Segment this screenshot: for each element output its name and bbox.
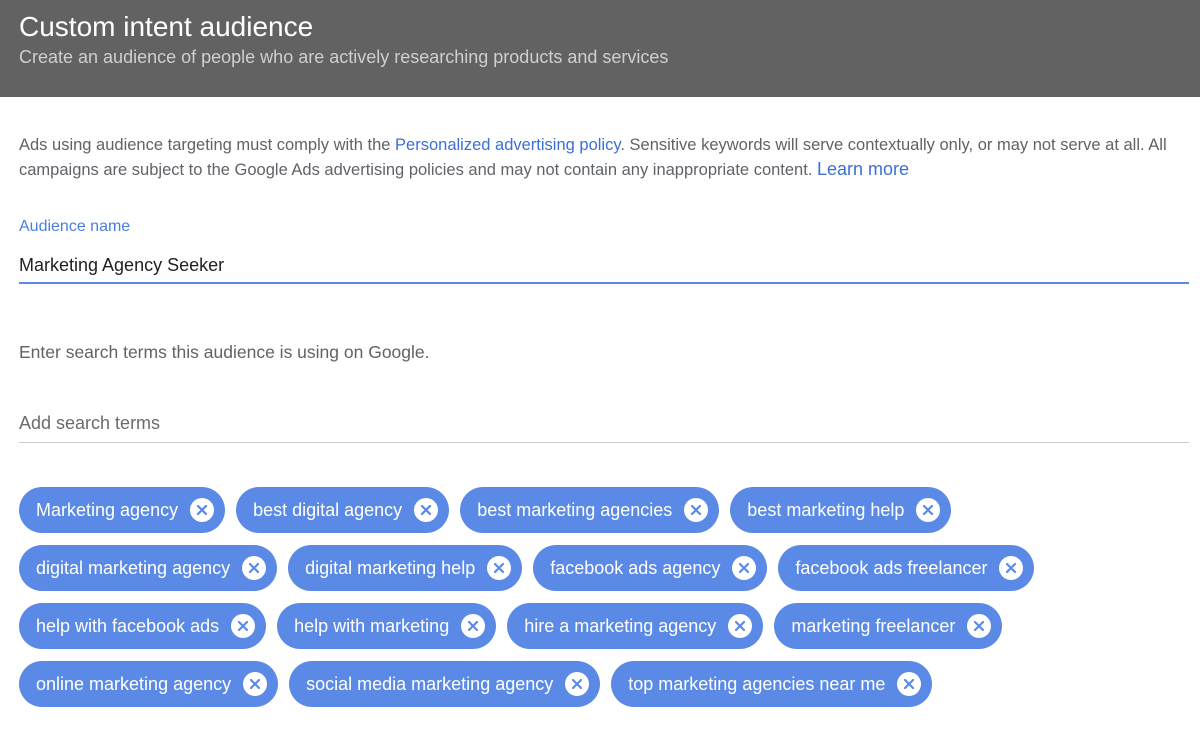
chip-label: digital marketing help xyxy=(305,557,476,578)
close-circle-icon[interactable] xyxy=(231,614,256,638)
policy-text-before: Ads using audience targeting must comply… xyxy=(19,136,396,154)
page-title: Custom intent audience xyxy=(19,11,314,42)
search-term-chip[interactable]: facebook ads freelancer xyxy=(778,545,1035,591)
chip-label: best marketing help xyxy=(747,499,905,520)
close-circle-icon[interactable] xyxy=(732,556,757,580)
chip-label: help with marketing xyxy=(294,615,450,636)
search-term-chip[interactable]: help with facebook ads xyxy=(19,603,267,649)
close-circle-icon[interactable] xyxy=(414,498,439,522)
chip-label: marketing freelancer xyxy=(791,615,956,636)
close-circle-icon[interactable] xyxy=(487,556,512,580)
chip-label: help with facebook ads xyxy=(36,615,220,636)
chip-label: online marketing agency xyxy=(36,673,232,694)
close-circle-icon[interactable] xyxy=(461,614,486,638)
dialog-header: Custom intent audience Create an audienc… xyxy=(0,0,1200,97)
personalized-advertising-policy-link[interactable]: Personalized advertising policy xyxy=(395,136,620,154)
chip-label: digital marketing agency xyxy=(36,557,231,578)
search-term-chip[interactable]: marketing freelancer xyxy=(774,603,1003,649)
search-term-chip[interactable]: online marketing agency xyxy=(19,661,279,707)
close-circle-icon[interactable] xyxy=(190,498,215,522)
chip-label: facebook ads freelancer xyxy=(795,557,988,578)
search-term-chip[interactable]: help with marketing xyxy=(277,603,497,649)
search-term-chip[interactable]: hire a marketing agency xyxy=(507,603,764,649)
chip-label: Marketing agency xyxy=(36,499,179,520)
search-term-chip-list: Marketing agency best digital agency best … xyxy=(19,487,1194,707)
chip-label: best marketing agencies xyxy=(477,499,673,520)
search-term-chip[interactable]: best marketing agencies xyxy=(460,487,720,533)
audience-name-input[interactable] xyxy=(19,248,1189,284)
chip-label: top marketing agencies near me xyxy=(628,673,886,694)
close-circle-icon[interactable] xyxy=(565,672,590,696)
chip-label: hire a marketing agency xyxy=(524,615,717,636)
search-term-chip[interactable]: Marketing agency xyxy=(19,487,226,533)
chip-label: social media marketing agency xyxy=(306,673,554,694)
search-term-chip[interactable]: top marketing agencies near me xyxy=(611,661,933,707)
close-circle-icon[interactable] xyxy=(243,672,268,696)
chip-label: facebook ads agency xyxy=(550,557,721,578)
page-subtitle: Create an audience of people who are act… xyxy=(19,47,669,67)
close-circle-icon[interactable] xyxy=(999,556,1024,580)
policy-notice: Ads using audience targeting must comply… xyxy=(19,134,1189,182)
search-term-chip[interactable]: best marketing help xyxy=(730,487,952,533)
search-terms-instruction: Enter search terms this audience is usin… xyxy=(19,342,430,362)
search-terms-input[interactable] xyxy=(19,404,1189,443)
close-circle-icon[interactable] xyxy=(916,498,941,522)
search-term-chip[interactable]: digital marketing help xyxy=(288,545,523,591)
audience-name-label: Audience name xyxy=(19,218,131,235)
close-circle-icon[interactable] xyxy=(897,672,922,696)
search-term-chip[interactable]: best digital agency xyxy=(236,487,450,533)
search-term-chip[interactable]: facebook ads agency xyxy=(533,545,768,591)
search-term-chip[interactable]: digital marketing agency xyxy=(19,545,278,591)
close-circle-icon[interactable] xyxy=(242,556,267,580)
chip-label: best digital agency xyxy=(253,499,403,520)
close-circle-icon[interactable] xyxy=(684,498,709,522)
close-circle-icon[interactable] xyxy=(728,614,753,638)
close-circle-icon[interactable] xyxy=(967,614,992,638)
search-term-chip[interactable]: social media marketing agency xyxy=(289,661,601,707)
learn-more-link[interactable]: Learn more xyxy=(817,159,909,179)
